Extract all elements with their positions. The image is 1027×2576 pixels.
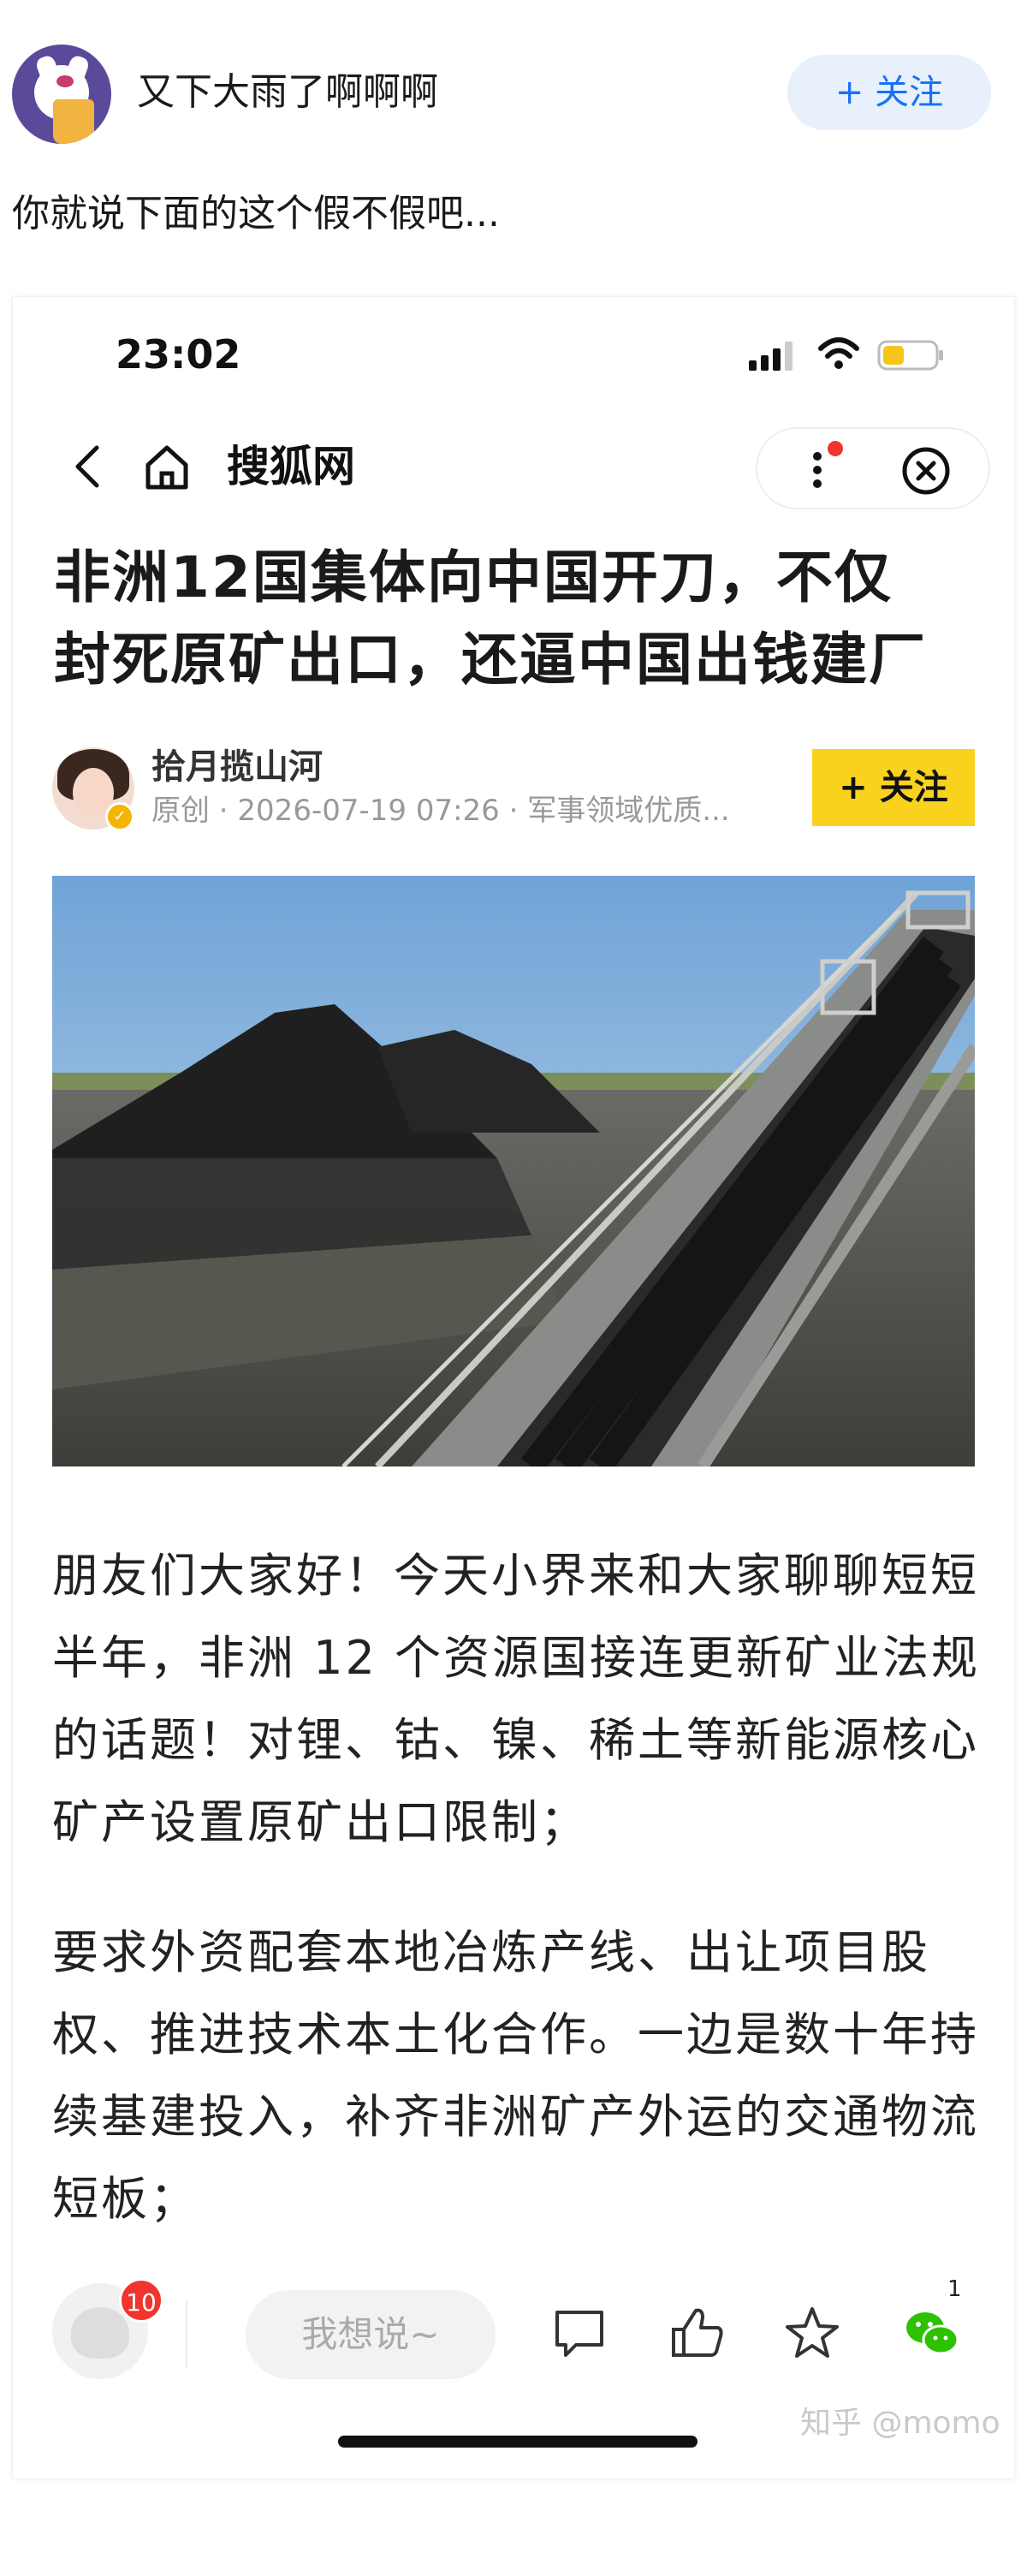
bottom-action-bar: 10 我想说~ 1 <box>13 2266 1014 2403</box>
divider <box>186 2300 187 2369</box>
author-meta: 原创 · 2026-07-19 07:26 · 军事领域优质... <box>151 794 730 828</box>
notification-dot <box>828 441 843 456</box>
article-title: 非洲12国集体向中国开刀，不仅 封死原矿出口，还逼中国出钱建厂 <box>54 537 987 701</box>
signal-icon <box>749 342 793 371</box>
post-header: 又下大雨了啊啊啊 + 关注 <box>0 0 1027 180</box>
poster-name[interactable]: 又下大雨了啊啊啊 <box>137 67 438 118</box>
article-image <box>52 876 975 1466</box>
star-icon[interactable] <box>783 2304 841 2362</box>
comment-icon[interactable] <box>550 2304 608 2362</box>
author-name[interactable]: 拾月揽山河 <box>151 744 323 790</box>
follow-button[interactable]: + 关注 <box>787 55 991 130</box>
comment-input[interactable]: 我想说~ <box>246 2290 496 2379</box>
verified-icon: ✓ <box>105 802 134 831</box>
post-text: 你就说下面的这个假不假吧... <box>12 192 500 235</box>
wechat-share-icon[interactable] <box>903 2304 961 2362</box>
title-line-2: 封死原矿出口，还逼中国出钱建厂 <box>54 627 927 693</box>
battery-icon <box>877 340 943 371</box>
like-icon[interactable] <box>668 2304 727 2362</box>
paragraph-2: 要求外资配套本地冶炼产线、出让项目股权、推进技术本土化合作。一边是数十年持续基建… <box>52 1925 979 2226</box>
site-name: 搜狐网 <box>227 442 355 491</box>
poster-avatar[interactable] <box>12 45 111 144</box>
home-icon[interactable] <box>141 441 193 492</box>
status-time: 23:02 <box>116 331 241 378</box>
wifi-icon <box>818 337 859 369</box>
home-indicator <box>338 2436 698 2448</box>
share-count: 1 <box>947 2276 962 2302</box>
back-icon[interactable] <box>66 441 109 492</box>
paragraph-1: 朋友们大家好！今天小界来和大家聊聊短短半年，非洲 12 个资源国接连更新矿业法规… <box>52 1549 981 1849</box>
watermark: 知乎 @momo <box>800 2406 1000 2441</box>
embedded-screenshot: 23:02 搜狐网 非洲12国集体向中国开刀，不仅 封死原矿出口，还逼中国出钱建… <box>12 296 1015 2479</box>
follow-author-button[interactable]: + 关注 <box>812 749 975 826</box>
close-icon[interactable] <box>899 444 953 497</box>
message-count-badge: 10 <box>119 2278 163 2323</box>
capsule-menu <box>756 427 990 509</box>
title-line-1: 非洲12国集体向中国开刀，不仅 <box>54 544 893 610</box>
